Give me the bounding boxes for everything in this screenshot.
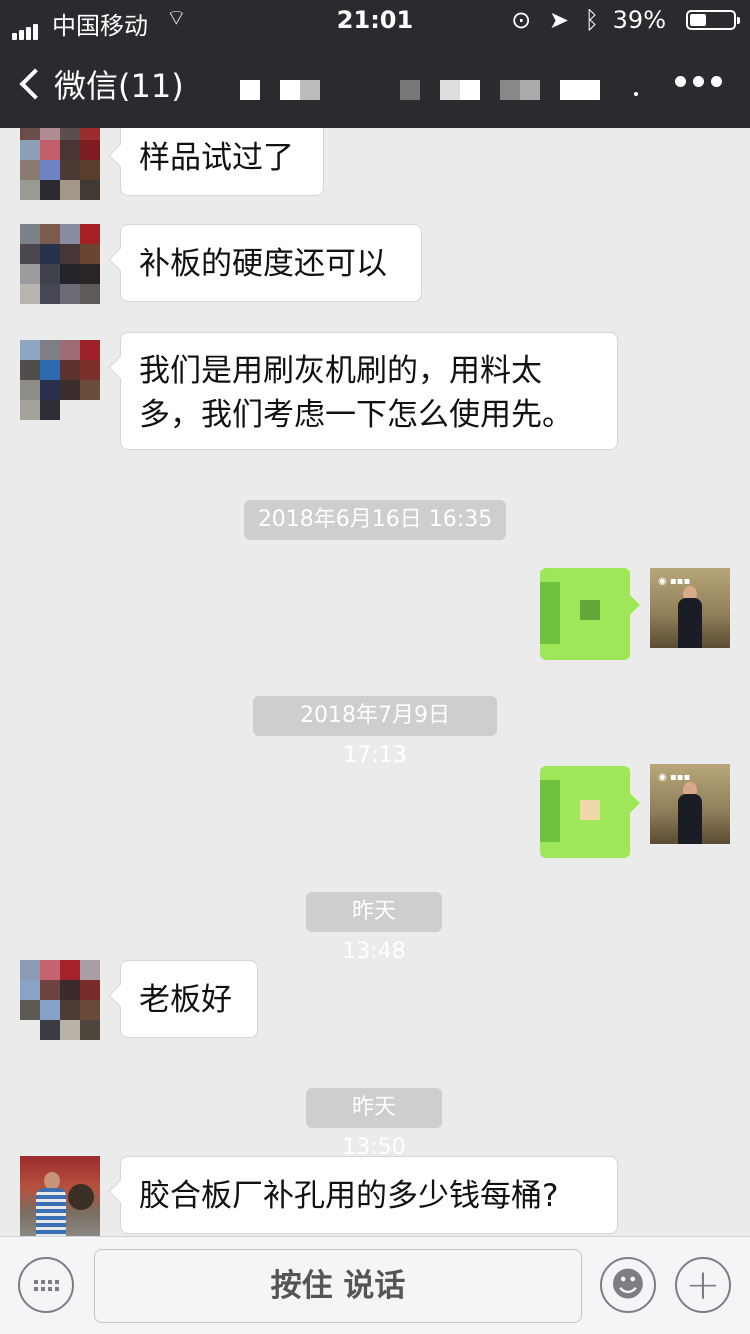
avatar-logo: ◉ ▪▪▪: [658, 772, 691, 783]
timestamp: 昨天 13:50: [306, 1088, 442, 1160]
message-text: 样品试过了: [139, 140, 294, 176]
back-chevron-icon: [19, 68, 51, 100]
contact-avatar[interactable]: [20, 1156, 100, 1236]
sent-image-message[interactable]: [540, 568, 630, 660]
plus-icon: +: [685, 1260, 721, 1309]
emoji-button[interactable]: ☻: [600, 1257, 656, 1313]
avatar-logo: ◉ ▪▪▪: [658, 576, 691, 587]
status-bar: 中国移动 ⌔ 21:01 ⊙ ➤ ᛒ 39%: [0, 0, 750, 40]
my-avatar[interactable]: ◉ ▪▪▪: [650, 764, 730, 844]
emoji-icon: ☻: [610, 1265, 646, 1305]
lock-icon: ⊙: [511, 6, 532, 34]
hold-to-talk-button[interactable]: 按住 说话: [94, 1249, 582, 1323]
message-bubble[interactable]: 我们是用刷灰机刷的，用料太多，我们考虑一下怎么使用先。: [120, 332, 618, 450]
timestamp: 2018年7月9日 17:13: [253, 696, 497, 768]
plus-button[interactable]: +: [675, 1257, 731, 1313]
message-text: 胶合板厂补孔用的多少钱每桶?: [139, 1178, 559, 1214]
message-text: 老板好: [139, 982, 232, 1018]
back-button[interactable]: 微信(11): [16, 62, 184, 106]
message-text: 补板的硬度还可以: [139, 246, 387, 282]
contact-avatar[interactable]: [20, 224, 100, 304]
keyboard-button[interactable]: [18, 1257, 74, 1313]
battery-level: [690, 14, 707, 26]
keyboard-icon: [33, 1279, 59, 1291]
more-icon[interactable]: [675, 76, 722, 87]
timestamp: 昨天 13:48: [306, 892, 442, 964]
message-bubble[interactable]: 老板好: [120, 960, 258, 1038]
input-bar: 按住 说话 ☻ +: [0, 1236, 750, 1334]
status-indicators: ⊙ ➤ ᛒ 39%: [511, 6, 666, 34]
timestamp: 2018年6月16日 16:35: [244, 500, 506, 540]
message-bubble[interactable]: 补板的硬度还可以: [120, 224, 422, 302]
battery-icon: [686, 10, 740, 30]
location-icon: ➤: [548, 6, 569, 34]
top-bar: 中国移动 ⌔ 21:01 ⊙ ➤ ᛒ 39% 微信(11): [0, 0, 750, 128]
contact-avatar[interactable]: [20, 960, 100, 1040]
bluetooth-icon: ᛒ: [584, 6, 600, 34]
battery-percent: 39%: [612, 6, 666, 34]
message-text: 我们是用刷灰机刷的，用料太多，我们考虑一下怎么使用先。: [139, 353, 573, 433]
contact-avatar[interactable]: [20, 340, 100, 420]
chat-area: 样品试过了 补板的硬度还可以 我们是用刷灰机刷的，用料太多，我们考虑一下怎么使用…: [0, 0, 750, 1236]
my-avatar[interactable]: ◉ ▪▪▪: [650, 568, 730, 648]
contact-avatar[interactable]: [20, 120, 100, 200]
message-bubble[interactable]: 胶合板厂补孔用的多少钱每桶?: [120, 1156, 618, 1234]
sent-image-message[interactable]: [540, 766, 630, 858]
back-label: 微信(11): [54, 67, 184, 105]
message-bubble[interactable]: 样品试过了: [120, 120, 324, 196]
